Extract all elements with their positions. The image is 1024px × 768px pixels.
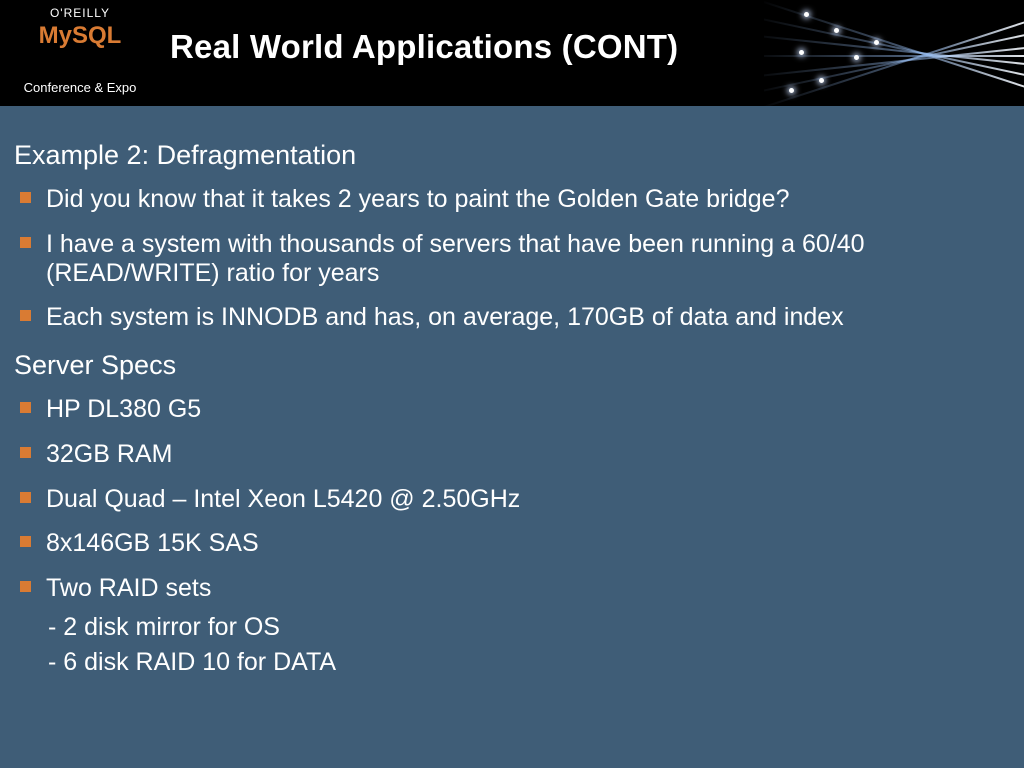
sub-bullet-line: - 2 disk mirror for OS — [48, 613, 1010, 642]
bullet-item: I have a system with thousands of server… — [14, 230, 1010, 288]
bullet-item: HP DL380 G5 — [14, 395, 1010, 424]
bullet-item: 8x146GB 15K SAS — [14, 529, 1010, 558]
section-heading-example2: Example 2: Defragmentation — [14, 140, 1010, 171]
brand-main-text: MySQL — [10, 22, 150, 50]
bullet-list-serverspecs: HP DL380 G5 32GB RAM Dual Quad – Intel X… — [14, 395, 1010, 603]
brand-logo: O'REILLY MySQL — [10, 6, 150, 50]
brand-top-text: O'REILLY — [10, 6, 150, 20]
bullet-item: Each system is INNODB and has, on averag… — [14, 303, 1010, 332]
brand-sub-text: Conference & Expo — [10, 76, 150, 101]
bullet-item: Two RAID sets — [14, 574, 1010, 603]
sub-bullet-line: - 6 disk RAID 10 for DATA — [48, 648, 1010, 677]
bullet-item: 32GB RAM — [14, 440, 1010, 469]
slide-body: Example 2: Defragmentation Did you know … — [0, 106, 1024, 676]
bullet-list-example2: Did you know that it takes 2 years to pa… — [14, 185, 1010, 332]
bullet-item: Dual Quad – Intel Xeon L5420 @ 2.50GHz — [14, 485, 1010, 514]
bullet-item: Did you know that it takes 2 years to pa… — [14, 185, 1010, 214]
slide-title: Real World Applications (CONT) — [170, 28, 678, 66]
section-heading-serverspecs: Server Specs — [14, 350, 1010, 381]
slide-header: O'REILLY MySQL Conference & Expo Real Wo… — [0, 0, 1024, 106]
fiber-optic-graphic — [764, 0, 1024, 106]
